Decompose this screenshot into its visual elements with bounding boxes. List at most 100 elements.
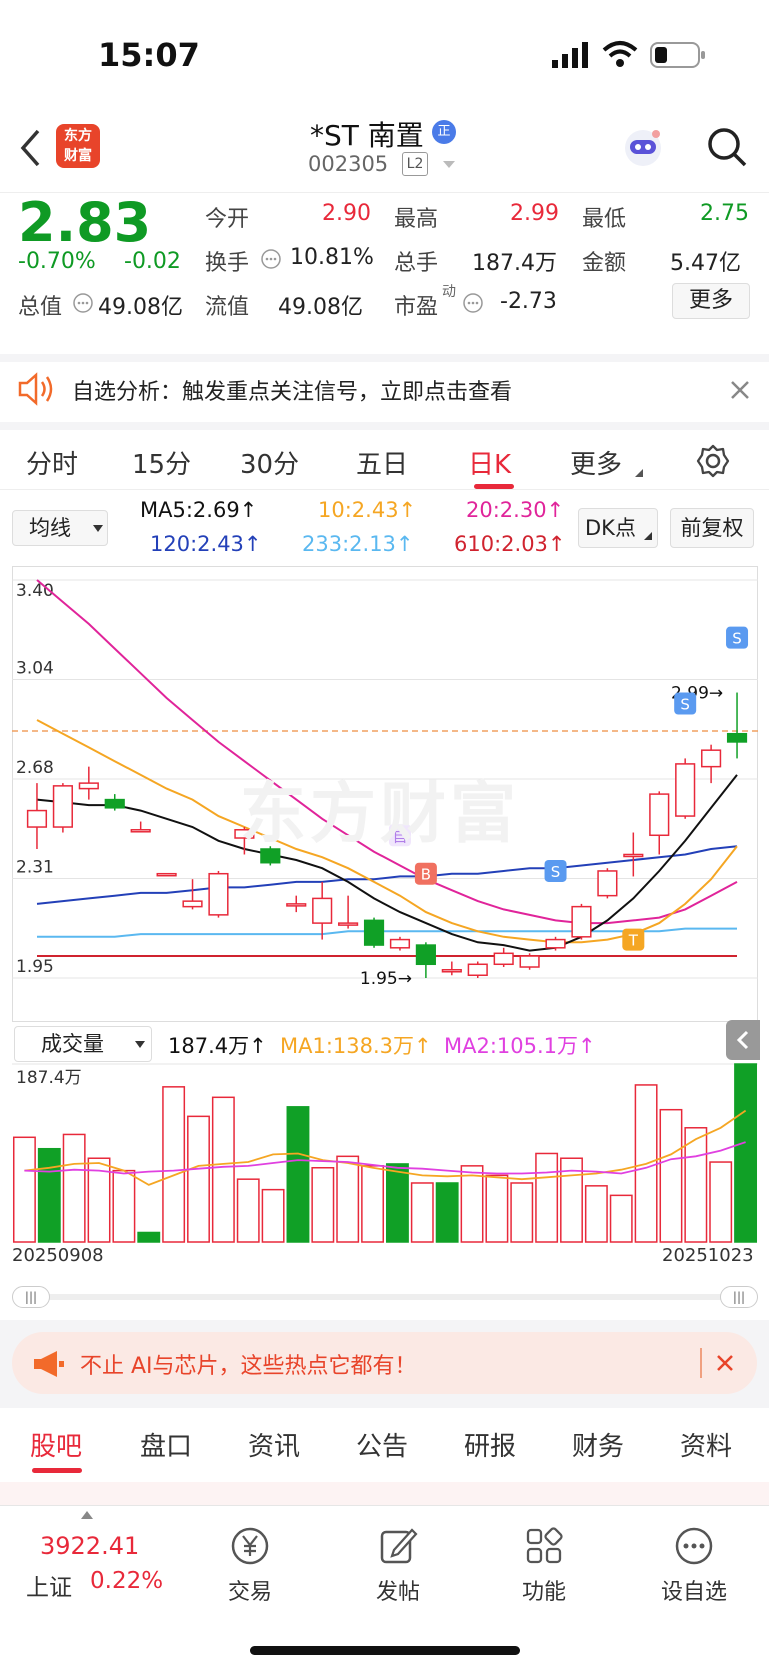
info-dots-icon[interactable] <box>72 292 94 314</box>
app-logo[interactable]: 东方 财富 <box>56 124 100 168</box>
tab-pankou[interactable]: 盘口 <box>140 1426 192 1463</box>
tab-more[interactable]: 更多 <box>570 444 622 481</box>
nav-functions[interactable]: 功能 <box>494 1524 594 1606</box>
logo-text-2: 财富 <box>64 148 92 164</box>
nav-add-watchlist[interactable]: 设自选 <box>644 1524 744 1606</box>
info-dots-icon[interactable] <box>462 292 484 314</box>
tab-announcements[interactable]: 公告 <box>356 1426 408 1463</box>
volume-bar <box>62 1133 86 1243</box>
candle-body <box>597 870 618 897</box>
status-bar: 15:07 <box>0 0 769 110</box>
nav-post[interactable]: 发帖 <box>348 1524 448 1606</box>
y-tick-label: 3.40 <box>16 581 54 601</box>
volume-bar <box>684 1127 708 1243</box>
change-pct: -0.70% <box>18 249 96 274</box>
volume-bar <box>385 1163 409 1243</box>
stock-code: 002305 <box>308 152 389 176</box>
index-value[interactable]: 3922.41 <box>40 1532 139 1560</box>
candle-body <box>26 809 48 828</box>
ma233-label: 233:2.13↑ <box>302 532 414 556</box>
level-badge[interactable]: L2 <box>402 152 428 176</box>
nav-functions-label: 功能 <box>521 1580 566 1605</box>
signal-label: S <box>732 630 742 648</box>
ma20-line <box>36 579 738 925</box>
volume-bar <box>510 1182 534 1243</box>
info-dots-icon[interactable] <box>260 248 282 270</box>
y-tick-label: 1.95 <box>16 957 54 977</box>
tab-finance[interactable]: 财务 <box>572 1426 624 1463</box>
range-handle-left[interactable]: ||| <box>12 1286 50 1308</box>
tab-guba[interactable]: 股吧 <box>30 1426 82 1463</box>
divider <box>700 1348 702 1378</box>
back-icon[interactable] <box>18 128 42 168</box>
tab-30min[interactable]: 30分 <box>240 444 299 481</box>
volume-bar <box>485 1174 509 1243</box>
megaphone-icon <box>34 1351 64 1377</box>
status-time: 15:07 <box>98 36 200 74</box>
low-value: 2.75 <box>700 201 749 226</box>
candle-body <box>726 732 748 743</box>
signal-label: B <box>421 866 431 884</box>
amount-value: 5.47亿 <box>670 251 741 276</box>
tab-research[interactable]: 研报 <box>464 1426 516 1463</box>
chevron-down-icon[interactable] <box>442 160 456 170</box>
candle-body <box>493 952 514 966</box>
volume-chart[interactable] <box>12 1060 758 1246</box>
volume-ma1: MA1:138.3万↑ <box>280 1034 432 1058</box>
tab-news[interactable]: 资讯 <box>248 1426 300 1463</box>
watchlist-analysis-banner[interactable]: 自选分析：触发重点关注信号，立即点击查看 <box>0 354 769 416</box>
volume-bar <box>37 1147 61 1243</box>
close-icon[interactable] <box>716 1354 734 1372</box>
candle-body <box>338 922 359 926</box>
more-dots-icon <box>675 1527 713 1565</box>
candle-body <box>701 749 722 768</box>
nav-trade[interactable]: 交易 <box>200 1524 300 1606</box>
ma-indicator-bar: 均线 MA5:2.69↑ 10:2.43↑ 20:2.30↑ 120:2.43↑… <box>0 494 769 564</box>
period-tabs: 分时 15分 30分 五日 日K 更多 <box>0 422 769 490</box>
price-adjust-button[interactable]: 前复权 <box>670 508 754 548</box>
volume-bar <box>609 1194 633 1243</box>
candle-body <box>441 969 462 973</box>
robot-assistant-icon[interactable] <box>620 124 666 170</box>
search-icon[interactable] <box>706 126 748 168</box>
range-scrollbar[interactable]: ||| ||| <box>12 1286 758 1308</box>
section-tabs: 股吧 盘口 资讯 公告 研报 财务 资料 <box>0 1410 769 1482</box>
tab-timeshare[interactable]: 分时 <box>26 444 78 481</box>
grid-apps-icon <box>526 1527 563 1564</box>
float-value: 49.08亿 <box>278 295 363 320</box>
close-icon[interactable] <box>730 380 750 400</box>
signal-label: T <box>628 932 639 950</box>
candle-body <box>415 944 436 966</box>
signal-icon <box>552 42 588 68</box>
high-label: 最高 <box>394 207 439 232</box>
volume-selector-label: 成交量 <box>41 1032 104 1056</box>
more-button[interactable]: 更多 <box>672 283 750 319</box>
dk-point-button[interactable]: DK点 <box>578 508 658 548</box>
mktcap-label: 总值 <box>18 295 63 320</box>
candle-body <box>182 900 203 908</box>
caret-icon <box>635 469 643 477</box>
collapse-panel-button[interactable] <box>726 1020 760 1060</box>
gear-icon[interactable] <box>696 444 730 478</box>
volume-ma2: MA2:105.1万↑ <box>444 1034 596 1058</box>
y-tick-label: 2.31 <box>16 858 54 878</box>
tab-5day[interactable]: 五日 <box>356 444 408 481</box>
volume-bar <box>137 1231 161 1243</box>
volume-current: 187.4万↑ <box>168 1034 267 1058</box>
hot-topics-text: 不止 AI与芯片，这些热点它都有！ <box>80 1354 417 1379</box>
ma-selector[interactable]: 均线 <box>12 510 108 546</box>
candle-body <box>286 903 307 907</box>
candle-body <box>675 763 696 817</box>
date-end: 20251023 <box>662 1245 754 1266</box>
tab-profile[interactable]: 资料 <box>680 1426 732 1463</box>
ma120-label: 120:2.43↑ <box>150 532 262 556</box>
tab-15min[interactable]: 15分 <box>132 444 191 481</box>
pe-dynamic-mark: 动 <box>442 284 456 300</box>
dropdown-icon <box>93 525 103 532</box>
tab-daily-k[interactable]: 日K <box>468 444 511 481</box>
volume-selector[interactable]: 成交量 <box>14 1026 152 1062</box>
index-pct: 0.22% <box>90 1568 164 1594</box>
hot-topics-banner[interactable]: 不止 AI与芯片，这些热点它都有！ <box>12 1332 757 1394</box>
range-handle-right[interactable]: ||| <box>720 1286 758 1308</box>
candle-body <box>467 963 488 977</box>
